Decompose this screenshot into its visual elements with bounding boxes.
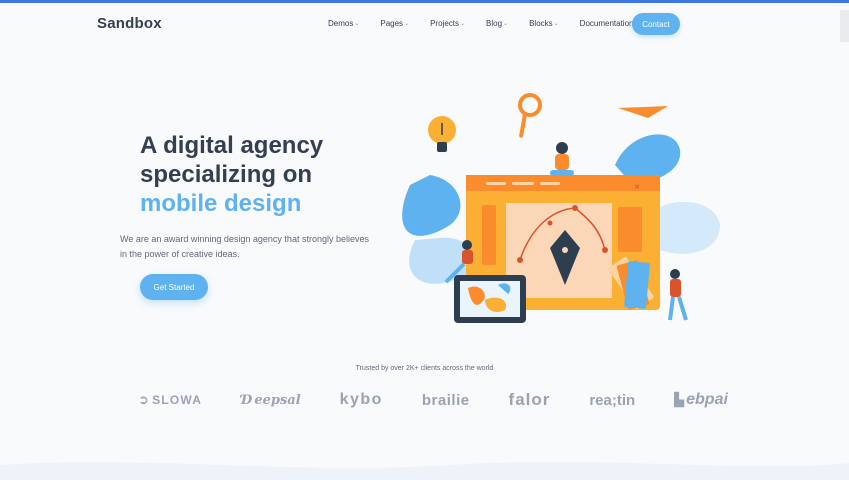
hero-title: A digital agency specializing on mobile …	[140, 131, 370, 218]
person-right	[668, 269, 688, 321]
client-logo-text: rea;tin	[589, 391, 636, 409]
client-logo-text: brailie	[421, 391, 470, 409]
hero-title-line2: specializing on	[140, 161, 313, 188]
nav-label: Blocks	[529, 19, 553, 28]
client-logos: ➲ SLOWA Ɗ eepsal kybo brailie falor rea;…	[138, 390, 728, 410]
nav-item-blocks[interactable]: Blocks ⌄	[529, 19, 559, 28]
client-logo-eepsal: Ɗ eepsal	[241, 393, 301, 408]
chevron-down-icon: ⌄	[354, 21, 360, 27]
client-logo-brailie: brailie	[422, 392, 470, 409]
paper-plane-icon	[618, 106, 668, 118]
chevron-down-icon: ⌄	[460, 21, 466, 27]
nav-label: Documentation	[579, 19, 634, 28]
footer-wave	[0, 461, 849, 480]
main-nav: Demos ⌄ Pages ⌄ Projects ⌄ Blog ⌄ Blocks ⌄ Do…	[328, 19, 661, 28]
nav-item-blog[interactable]: Blog ⌄	[486, 19, 508, 28]
nav-item-projects[interactable]: Projects ⌄	[430, 19, 465, 28]
client-logo-text: SLOWA	[152, 393, 203, 407]
client-logo-text: eepsal	[254, 392, 301, 408]
client-logo-webpai: ▙ ebpai	[674, 391, 728, 409]
client-logo-text: falor	[508, 390, 551, 409]
client-logo-falor: falor	[509, 390, 551, 410]
magnifier-icon	[518, 93, 542, 138]
logo[interactable]: Sandbox	[97, 15, 162, 32]
person-top	[550, 142, 574, 176]
leaf-left	[402, 175, 461, 236]
lightbulb-icon	[428, 116, 456, 152]
chevron-down-icon: ⌄	[553, 21, 559, 27]
chevron-down-icon: ⌄	[404, 21, 410, 27]
chevron-down-icon: ⌄	[503, 21, 509, 27]
nav-item-documentation[interactable]: Documentation⌄	[580, 19, 640, 28]
get-started-button[interactable]: Get Started	[140, 274, 208, 300]
nav-label: Pages	[380, 19, 404, 28]
hero-title-accent: mobile design	[140, 190, 302, 217]
hero-description: We are an award winning design agency th…	[120, 234, 369, 259]
eepsal-mark-icon: Ɗ	[241, 392, 253, 408]
nav-item-demos[interactable]: Demos ⌄	[328, 19, 359, 28]
client-logo-reatin: rea;tin	[589, 392, 635, 409]
client-logo-kybo: kybo	[340, 391, 383, 409]
site-header: Sandbox Demos ⌄ Pages ⌄ Projects ⌄ Blog ⌄ Bl…	[0, 3, 849, 45]
client-logo-text: ebpai	[686, 391, 728, 408]
close-icon: ×	[634, 182, 640, 193]
slowa-mark-icon: ➲	[138, 392, 151, 407]
nav-label: Projects	[430, 19, 459, 28]
client-logo-slowa: ➲ SLOWA	[138, 392, 202, 408]
trusted-caption: Trusted by over 2K+ clients across the w…	[355, 365, 494, 372]
nav-label: Demos	[328, 19, 354, 28]
client-logo-text: kybo	[339, 391, 383, 408]
contact-button[interactable]: Contact	[632, 13, 680, 35]
hero-illustration: ×	[402, 93, 720, 323]
nav-item-pages[interactable]: Pages ⌄	[380, 19, 409, 28]
tablet	[454, 275, 526, 323]
nav-label: Blog	[486, 19, 503, 28]
webpai-mark-icon: ▙	[674, 392, 685, 407]
hero-title-line1: A digital agency	[140, 132, 324, 159]
